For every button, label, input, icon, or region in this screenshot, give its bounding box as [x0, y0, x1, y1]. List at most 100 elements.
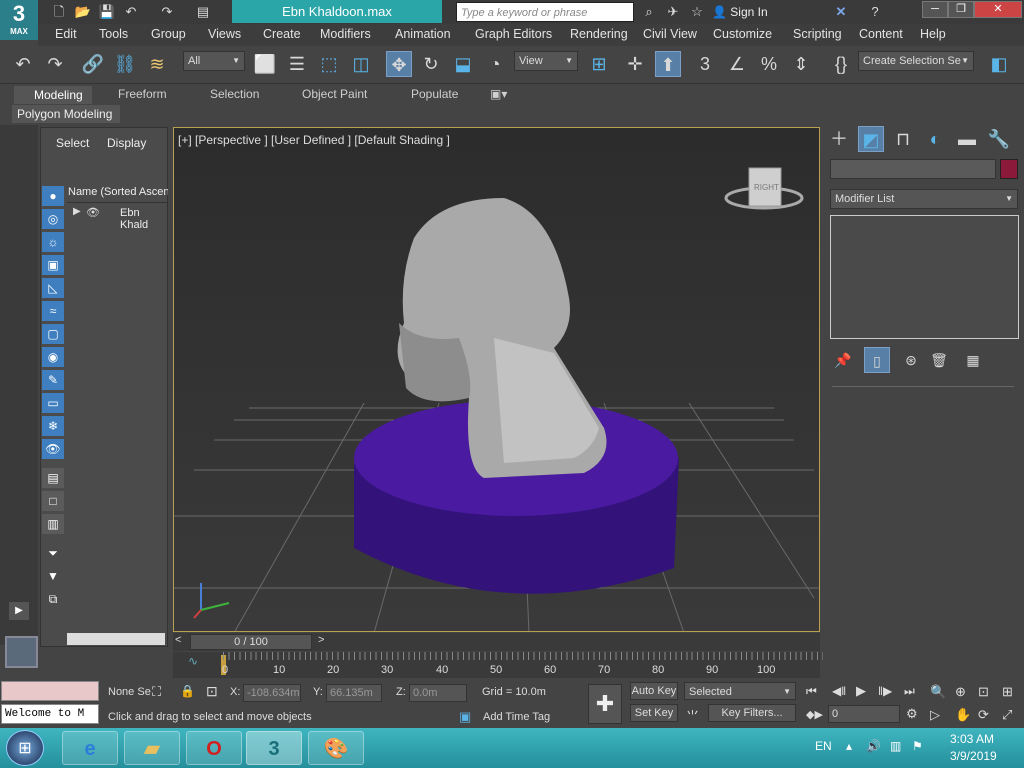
- clock-time[interactable]: 3:03 AM: [950, 732, 994, 746]
- set-key-button[interactable]: Set Key: [630, 704, 678, 722]
- key-mode-toggle-icon[interactable]: ◆▶: [806, 708, 823, 721]
- redo-icon[interactable]: ↷: [42, 51, 68, 77]
- add-time-tag[interactable]: Add Time Tag: [483, 711, 550, 723]
- project-icon[interactable]: ▤: [194, 3, 212, 21]
- time-tag-icon[interactable]: ▣: [459, 709, 471, 725]
- maximize-viewport-icon[interactable]: ⤢: [1002, 707, 1012, 723]
- opera-icon[interactable]: O: [186, 731, 242, 765]
- zoom-all-icon[interactable]: ⊕: [955, 684, 966, 700]
- filter-icon[interactable]: ▼: [42, 566, 64, 586]
- 3dsmax-taskbar-icon[interactable]: 3: [246, 731, 302, 765]
- language-indicator[interactable]: EN: [815, 739, 832, 753]
- unlink-icon[interactable]: ⛓: [112, 51, 138, 77]
- filter-funnel-icon[interactable]: ⏷: [42, 543, 64, 563]
- close-button[interactable]: ✕: [974, 1, 1022, 18]
- angle-snap-icon[interactable]: ∠: [724, 51, 750, 77]
- viewport-layout-button[interactable]: [5, 636, 38, 668]
- make-unique-icon[interactable]: ⊛: [898, 347, 924, 373]
- x-coordinate-field[interactable]: -108.634m: [243, 684, 301, 702]
- star-icon[interactable]: ☆: [688, 3, 706, 21]
- absolute-mode-icon[interactable]: ⊡: [206, 683, 218, 700]
- expand-arrow-icon[interactable]: ▶: [73, 206, 81, 217]
- reference-coordinate-dropdown[interactable]: View: [514, 51, 578, 71]
- tab-selection[interactable]: Selection: [210, 87, 259, 101]
- percent-snap-icon[interactable]: %: [756, 51, 782, 77]
- modifier-stack[interactable]: [830, 215, 1019, 339]
- display-panel-icon[interactable]: ▬: [954, 126, 980, 152]
- display-hidden-icon[interactable]: 👁: [42, 439, 64, 459]
- object-name-field[interactable]: [830, 159, 996, 179]
- menu-create[interactable]: Create: [263, 27, 301, 41]
- pan-view-icon[interactable]: ✋: [955, 707, 971, 723]
- current-frame-field[interactable]: 0: [828, 705, 900, 723]
- zoom-extents-icon[interactable]: ⊡: [978, 684, 989, 700]
- show-end-result-icon[interactable]: ▯: [864, 347, 890, 373]
- utilities-panel-icon[interactable]: 🔧: [986, 126, 1012, 152]
- z-coordinate-field[interactable]: 0.0m: [409, 684, 467, 702]
- display-spacewarps-icon[interactable]: ≈: [42, 301, 64, 321]
- ribbon-options-icon[interactable]: ▣▾: [490, 87, 507, 101]
- modifier-list-dropdown[interactable]: Modifier List: [830, 189, 1018, 209]
- frame-indicator[interactable]: 0 / 100: [190, 634, 312, 650]
- sign-in-button[interactable]: 👤 Sign In: [712, 3, 822, 21]
- layer-icon[interactable]: ⧉: [42, 589, 64, 609]
- pin-stack-icon[interactable]: 📌: [830, 347, 856, 373]
- app-logo-button[interactable]: 3 MAX: [0, 0, 38, 40]
- menu-graph-editors[interactable]: Graph Editors: [475, 27, 552, 41]
- scene-item-ebn-khaldoon[interactable]: Ebn Khald: [120, 207, 167, 231]
- time-slider-next-icon[interactable]: >: [318, 634, 324, 646]
- menu-group[interactable]: Group: [151, 27, 186, 41]
- volume-icon[interactable]: 🔊: [866, 739, 881, 753]
- move-tool-icon[interactable]: ✥: [386, 51, 412, 77]
- polygon-modeling-panel[interactable]: Polygon Modeling: [12, 105, 120, 123]
- modify-panel-icon[interactable]: ◩: [858, 126, 884, 152]
- window-crossing-icon[interactable]: ◫: [348, 51, 374, 77]
- hierarchy-panel-icon[interactable]: ⊓: [890, 126, 916, 152]
- menu-customize[interactable]: Customize: [713, 27, 772, 41]
- expand-left-button[interactable]: ▶: [9, 602, 29, 620]
- menu-scripting[interactable]: Scripting: [793, 27, 842, 41]
- undo-icon[interactable]: ↶: [10, 51, 36, 77]
- snap-toggle-icon[interactable]: 3: [692, 51, 718, 77]
- display-all-icon[interactable]: ▤: [42, 468, 64, 488]
- auto-key-button[interactable]: Auto Key: [630, 682, 678, 700]
- scale-tool-icon[interactable]: ⬓: [450, 51, 476, 77]
- menu-content[interactable]: Content: [859, 27, 903, 41]
- tab-modeling[interactable]: Modeling: [14, 86, 92, 104]
- search-input[interactable]: Type a keyword or phrase: [456, 2, 634, 22]
- menu-help[interactable]: Help: [920, 27, 946, 41]
- display-lights-icon[interactable]: ☼: [42, 232, 64, 252]
- named-selection-dropdown[interactable]: Create Selection Se: [858, 51, 974, 71]
- tab-object-paint[interactable]: Object Paint: [302, 87, 367, 101]
- display-cameras-icon[interactable]: ▣: [42, 255, 64, 275]
- file-explorer-icon[interactable]: ▰: [124, 731, 180, 765]
- object-color-swatch[interactable]: [1000, 159, 1018, 179]
- menu-civil-view[interactable]: Civil View: [643, 27, 697, 41]
- network-icon[interactable]: ▥: [890, 739, 901, 753]
- rotate-tool-icon[interactable]: ↻: [418, 51, 444, 77]
- edit-named-selection-icon[interactable]: {}: [828, 51, 854, 77]
- rectangle-selection-icon[interactable]: ⬚: [316, 51, 342, 77]
- select-object-icon[interactable]: ⬜: [252, 51, 278, 77]
- display-geometry-icon[interactable]: ●: [42, 186, 64, 206]
- y-coordinate-field[interactable]: 66.135m: [326, 684, 382, 702]
- link-icon[interactable]: 🔗: [80, 51, 106, 77]
- menu-rendering[interactable]: Rendering: [570, 27, 628, 41]
- satellite-icon[interactable]: ✈: [664, 3, 682, 21]
- next-frame-icon[interactable]: ‖▶: [878, 684, 892, 698]
- menu-tools[interactable]: Tools: [99, 27, 128, 41]
- display-helpers-icon[interactable]: ◺: [42, 278, 64, 298]
- track-bar[interactable]: ∿ 0 10 20 30 40 50 60 70 80 90 100: [173, 652, 823, 678]
- keyboard-shortcut-icon[interactable]: ⬆: [655, 51, 681, 77]
- horizontal-scrollbar[interactable]: [67, 633, 165, 645]
- go-to-end-icon[interactable]: ⏭: [904, 684, 915, 699]
- autodesk-icon[interactable]: ✕: [832, 3, 850, 21]
- name-column-header[interactable]: Name (Sorted Ascen: [68, 186, 168, 198]
- help-icon[interactable]: ?: [866, 3, 884, 21]
- tab-freeform[interactable]: Freeform: [118, 87, 167, 101]
- configure-modifier-sets-icon[interactable]: ▦: [960, 347, 986, 373]
- time-slider[interactable]: < 0 / 100 >: [173, 633, 820, 651]
- display-particles-icon[interactable]: ❄: [42, 416, 64, 436]
- select-by-name-icon[interactable]: ☰: [284, 51, 310, 77]
- display-groups-icon[interactable]: ▢: [42, 324, 64, 344]
